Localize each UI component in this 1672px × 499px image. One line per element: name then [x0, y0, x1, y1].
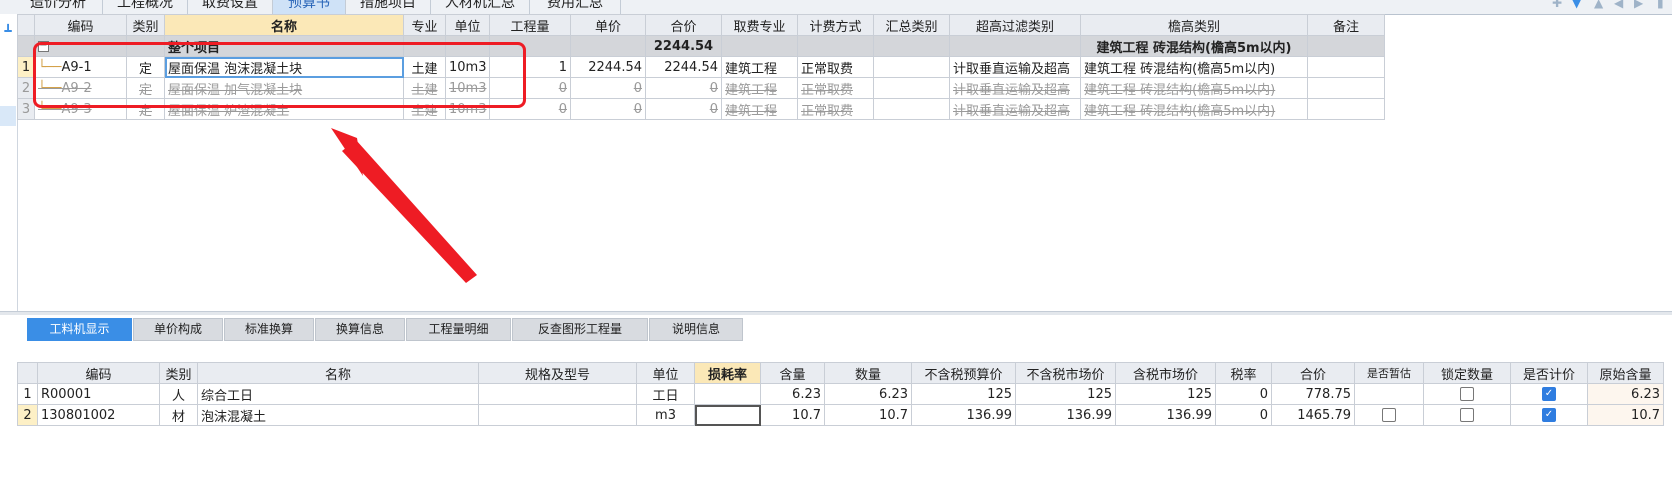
tab-unit-price-composition[interactable]: 单价构成: [133, 318, 223, 341]
market-price-cell[interactable]: 125: [1015, 383, 1116, 405]
tab-conversion-info[interactable]: 换算信息: [315, 318, 405, 341]
column-header[interactable]: 规格及型号: [478, 362, 637, 384]
column-header[interactable]: 不含税预算价: [911, 362, 1016, 384]
annotation-arrow-head: [331, 128, 363, 176]
tab-standard-conversion[interactable]: 标准换算: [224, 318, 314, 341]
original-content-cell[interactable]: 10.7: [1587, 404, 1664, 426]
row-number: 2: [17, 404, 38, 426]
loss-rate-cell[interactable]: [694, 383, 761, 405]
column-header[interactable]: 单位: [636, 362, 695, 384]
budget-price-cell[interactable]: 125: [911, 383, 1016, 405]
tax-rate-cell[interactable]: 0: [1215, 383, 1272, 405]
budget-price-cell[interactable]: 136.99: [911, 404, 1016, 426]
column-header[interactable]: 是否计价: [1510, 362, 1588, 384]
table-row[interactable]: 1 R00001 人 综合工日 工日 6.23 6.23 125 125 125…: [17, 383, 1664, 405]
column-header[interactable]: 含量: [760, 362, 825, 384]
column-header[interactable]: 名称: [197, 362, 479, 384]
tab-labor-material-display[interactable]: 工料机显示: [27, 318, 132, 341]
table-header-row: 编码 类别 名称 规格及型号 单位 损耗率 含量 数量 不含税预算价 不含税市场…: [17, 362, 1664, 384]
tax-rate-cell[interactable]: 0: [1215, 404, 1272, 426]
provisional-cell[interactable]: [1354, 404, 1424, 426]
lock-quantity-cell[interactable]: [1423, 383, 1511, 405]
tab-reverse-lookup-quantity[interactable]: 反查图形工程量: [512, 318, 648, 341]
unit-cell[interactable]: m3: [636, 404, 695, 426]
content-cell[interactable]: 10.7: [760, 404, 825, 426]
original-content-cell[interactable]: 6.23: [1587, 383, 1664, 405]
column-header[interactable]: 含税市场价: [1115, 362, 1216, 384]
quantity-cell[interactable]: 6.23: [824, 383, 912, 405]
annotation-arrow-shaft: [342, 140, 477, 283]
column-header[interactable]: 是否暂估: [1354, 362, 1424, 384]
tab-description-info[interactable]: 说明信息: [649, 318, 743, 341]
provisional-cell[interactable]: [1354, 383, 1424, 405]
row-number: 1: [17, 383, 38, 405]
table-row[interactable]: 2 130801002 材 泡沫混凝土 m3 10.7 10.7 136.99 …: [17, 404, 1664, 426]
market-price-tax-cell[interactable]: 125: [1115, 383, 1216, 405]
column-header[interactable]: 锁定数量: [1423, 362, 1511, 384]
market-price-tax-cell[interactable]: 136.99: [1115, 404, 1216, 426]
column-header-loss-rate[interactable]: 损耗率: [694, 362, 761, 384]
code-cell[interactable]: 130801002: [37, 404, 160, 426]
column-header[interactable]: 编码: [37, 362, 160, 384]
column-header[interactable]: 不含税市场价: [1015, 362, 1116, 384]
pane-splitter[interactable]: [0, 311, 1672, 315]
name-cell[interactable]: 泡沫混凝土: [197, 404, 479, 426]
name-cell[interactable]: 综合工日: [197, 383, 479, 405]
column-header[interactable]: 税率: [1215, 362, 1272, 384]
total-cell[interactable]: 1465.79: [1271, 404, 1355, 426]
tab-quantity-details[interactable]: 工程量明细: [406, 318, 511, 341]
spec-cell[interactable]: [478, 404, 637, 426]
provisional-checkbox[interactable]: [1382, 408, 1396, 422]
lock-quantity-cell[interactable]: [1423, 404, 1511, 426]
loss-rate-cell[interactable]: [694, 404, 761, 426]
priced-checkbox[interactable]: ✓: [1542, 408, 1556, 422]
type-cell[interactable]: 人: [159, 383, 198, 405]
priced-cell[interactable]: ✓: [1510, 383, 1588, 405]
quantity-cell[interactable]: 10.7: [824, 404, 912, 426]
column-header[interactable]: 原始含量: [1587, 362, 1664, 384]
spec-cell[interactable]: [478, 383, 637, 405]
labor-material-table: 编码 类别 名称 规格及型号 单位 损耗率 含量 数量 不含税预算价 不含税市场…: [17, 362, 1664, 426]
unit-cell[interactable]: 工日: [636, 383, 695, 405]
total-cell[interactable]: 778.75: [1271, 383, 1355, 405]
type-cell[interactable]: 材: [159, 404, 198, 426]
row-number-header: [17, 362, 38, 384]
priced-checkbox[interactable]: ✓: [1542, 387, 1556, 401]
lock-quantity-checkbox[interactable]: [1460, 387, 1474, 401]
column-header[interactable]: 数量: [824, 362, 912, 384]
market-price-cell[interactable]: 136.99: [1015, 404, 1116, 426]
lock-quantity-checkbox[interactable]: [1460, 408, 1474, 422]
priced-cell[interactable]: ✓: [1510, 404, 1588, 426]
code-cell[interactable]: R00001: [37, 383, 160, 405]
content-cell[interactable]: 6.23: [760, 383, 825, 405]
column-header[interactable]: 合价: [1271, 362, 1355, 384]
column-header[interactable]: 类别: [159, 362, 198, 384]
